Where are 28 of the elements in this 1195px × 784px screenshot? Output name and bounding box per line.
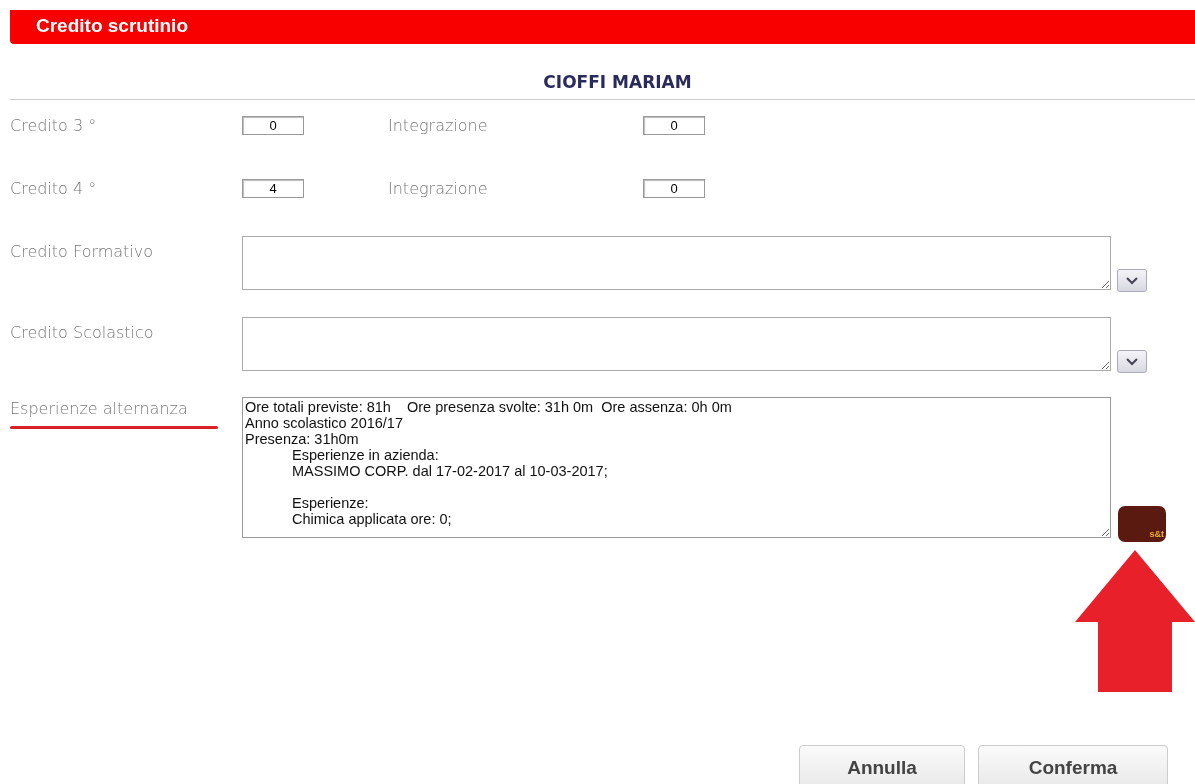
field-label: Credito Scolastico [10,322,155,344]
text-line: Anno scolastico 2016/17 [245,415,403,432]
text-line: Esperienze: [292,495,369,512]
text-area[interactable] [242,397,1111,538]
s-and-t-button[interactable]: s&t [1118,506,1166,542]
chevron-down-icon [1126,357,1138,366]
dialog-title: Credito scrutinio [10,10,1195,44]
dropdown-button[interactable] [1117,350,1147,373]
field-label: Credito 3 ° [10,114,98,137]
text-line: Esperienze in azienda: [292,447,439,464]
field-label: Credito Formativo [10,241,155,263]
field-label: Credito 4 ° [10,177,98,200]
text-line: Presenza: 31h0m [245,431,359,448]
text-line: Chimica applicata ore: 0; [292,511,452,528]
number-field[interactable]: 0 [242,116,304,135]
number-field[interactable]: 0 [643,116,705,135]
chevron-down-icon [1126,276,1138,285]
text-line: Ore totali previste: 81h Ore presenza svolte: 31h 0m Ore assenza: 0h 0m [245,400,732,416]
confirm-button[interactable]: Conferma [978,745,1168,784]
number-field[interactable]: 4 [242,179,304,198]
field-label: Esperienze alternanza [10,398,189,420]
dropdown-button[interactable] [1117,269,1147,292]
text-line: MASSIMO CORP. dal 17-02-2017 al 10-03-2017; [292,463,608,480]
number-field[interactable]: 0 [643,179,705,198]
student-name: CIOFFI MARIAM [543,70,692,94]
field-label: Integrazione [388,177,489,200]
cancel-button[interactable]: Annulla [799,745,965,784]
field-label: Integrazione [388,114,489,137]
